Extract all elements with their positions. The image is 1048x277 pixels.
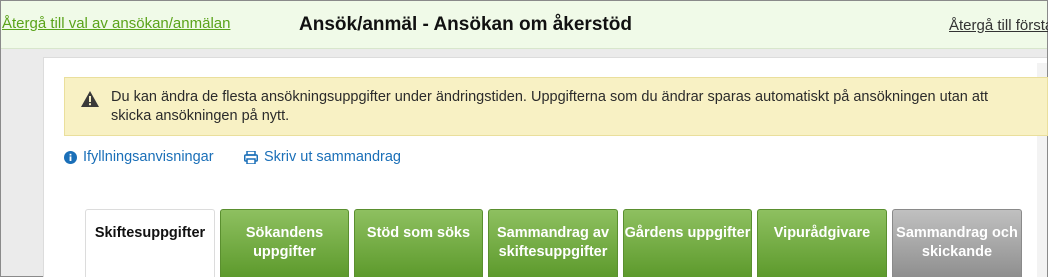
- help-link[interactable]: Ifyllningsanvisningar: [64, 149, 214, 165]
- tab-gardens-uppgifter[interactable]: Gårdens uppgifter: [623, 209, 752, 277]
- info-icon: [64, 150, 77, 164]
- tab-sokandens-uppgifter[interactable]: Sökandens uppgifter: [220, 209, 349, 277]
- tab-vipuradgivare[interactable]: Vipurådgivare: [757, 209, 887, 277]
- back-to-choice-link[interactable]: Återgå till val av ansökan/anmälan: [2, 15, 230, 32]
- tab-sammandrag-skiftesuppgifter[interactable]: Sammandrag av skiftesuppgifter: [488, 209, 618, 277]
- warning-icon: [81, 91, 99, 107]
- info-alert: Du kan ändra de flesta ansökningsuppgift…: [64, 77, 1048, 136]
- alert-text: Du kan ändra de flesta ansökningsuppgift…: [111, 89, 989, 124]
- top-bar: Återgå till val av ansökan/anmälan Ansök…: [1, 1, 1048, 49]
- print-summary-link[interactable]: Skriv ut sammandrag: [244, 149, 401, 165]
- page-title: Ansök/anmäl - Ansökan om åkerstöd: [299, 14, 632, 35]
- back-to-first-link[interactable]: Återgå till första: [949, 17, 1048, 34]
- tab-skiftesuppgifter[interactable]: Skiftesuppgifter: [85, 209, 215, 277]
- printer-icon: [244, 150, 258, 164]
- print-link-label: Skriv ut sammandrag: [264, 149, 401, 165]
- tab-stod-som-soks[interactable]: Stöd som söks: [354, 209, 483, 277]
- help-link-label: Ifyllningsanvisningar: [83, 149, 214, 165]
- tab-sammandrag-och-skickande[interactable]: Sammandrag och skickande: [892, 209, 1022, 277]
